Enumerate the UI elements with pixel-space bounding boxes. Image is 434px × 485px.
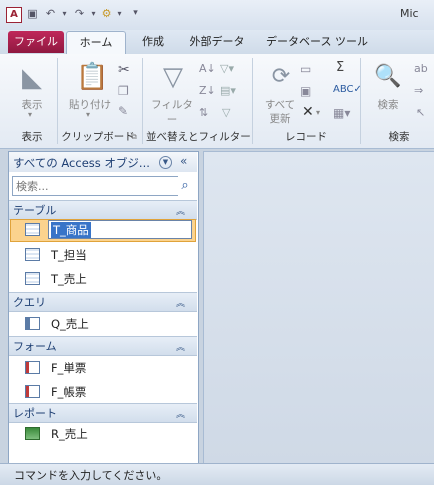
table-icon [25, 272, 40, 285]
nav-pane-collapse-icon[interactable]: « [180, 154, 187, 168]
collapse-chevron-icon[interactable]: ︽ [176, 407, 185, 420]
group-label-sort-filter: 並べ替えとフィルター [146, 131, 251, 143]
new-record-icon[interactable]: ▭ [300, 62, 311, 76]
list-item[interactable]: Q_売上 [51, 316, 89, 332]
group-label-view: 表示 [21, 131, 43, 143]
list-item[interactable]: F_帳票 [51, 384, 86, 400]
find-button[interactable]: 検索 [368, 97, 408, 112]
customize-icon[interactable]: ⚙ [100, 7, 113, 20]
clear-sort-icon[interactable]: ⇅ [199, 106, 208, 119]
undo-icon[interactable]: ↶ [44, 7, 57, 20]
toggle-filter-icon[interactable]: ▽ [222, 106, 230, 119]
window-title: Mic [400, 7, 419, 20]
cut-icon[interactable]: ✂ [118, 62, 130, 78]
rename-field-text[interactable]: T_商品 [51, 222, 91, 238]
document-workspace [203, 151, 434, 464]
select-icon[interactable]: ↖ [416, 106, 425, 119]
view-dropdown-icon[interactable]: ▾ [28, 110, 32, 119]
list-item[interactable]: T_担当 [51, 247, 87, 263]
group-label-find: 検索 [388, 131, 410, 143]
paste-icon[interactable]: 📋 [76, 60, 108, 94]
advanced-filter-icon[interactable]: ▤▾ [220, 84, 236, 97]
category-label-forms: フォーム [13, 340, 57, 353]
tab-home[interactable]: ホーム [66, 31, 126, 56]
view-icon[interactable]: ◣ [15, 62, 49, 94]
table-icon [25, 223, 40, 236]
nav-pane-menu-icon[interactable]: ▼ [159, 156, 172, 169]
replace-icon[interactable]: ab [414, 62, 428, 75]
redo-icon[interactable]: ↷ [73, 7, 86, 20]
quick-access-menu-icon[interactable]: ▾ [129, 7, 142, 20]
status-text: コマンドを入力してください。 [14, 469, 168, 482]
collapse-chevron-icon[interactable]: ︽ [176, 340, 185, 353]
undo-dropdown-icon[interactable]: ▾ [58, 7, 71, 20]
redo-dropdown-icon[interactable]: ▾ [87, 7, 100, 20]
collapse-chevron-icon[interactable]: ︽ [176, 204, 185, 217]
form-icon [25, 361, 40, 374]
list-item[interactable]: T_売上 [51, 271, 87, 287]
clipboard-launcher-icon[interactable]: ⧉ [131, 132, 137, 142]
goto-icon[interactable]: ⇒ [414, 84, 423, 97]
filter-icon[interactable]: ▽ [158, 60, 188, 94]
category-label-queries: クエリ [13, 296, 46, 309]
access-app-icon[interactable]: A [6, 7, 22, 23]
nav-search-input[interactable] [13, 177, 179, 195]
list-item[interactable]: F_単票 [51, 360, 86, 376]
table-icon [25, 248, 40, 261]
delete-record-icon[interactable]: ✕ [302, 104, 314, 120]
group-label-clipboard: クリップボード [61, 131, 135, 143]
category-label-reports: レポート [13, 407, 57, 420]
group-label-records: レコード [285, 131, 327, 143]
ribbon-separator [57, 58, 58, 144]
list-item[interactable]: R_売上 [51, 426, 88, 442]
tab-file[interactable]: ファイル [8, 31, 64, 53]
ribbon-separator [142, 58, 143, 144]
selection-filter-icon[interactable]: ▽▾ [220, 62, 234, 75]
category-label-tables: テーブル [13, 204, 57, 217]
report-icon [25, 427, 40, 440]
copy-icon[interactable]: ❐ [118, 84, 129, 98]
tab-database-tools[interactable]: データベース ツール [266, 31, 368, 53]
save-record-icon[interactable]: ▣ [300, 84, 311, 98]
nav-search-box [12, 176, 179, 196]
tab-external-data[interactable]: 外部データ [184, 31, 250, 53]
totals-icon[interactable]: Σ [336, 60, 344, 75]
filter-button[interactable]: フィルター [148, 97, 196, 127]
save-icon[interactable]: ▣ [26, 7, 39, 20]
refresh-all-label-2: 更新 [269, 113, 291, 125]
refresh-all-button[interactable]: すべて [260, 97, 300, 112]
query-icon [25, 317, 40, 330]
sort-descending-icon[interactable]: Z↓ [199, 84, 216, 97]
ribbon-separator [252, 58, 253, 144]
nav-pane-title[interactable]: すべての Access オブジ... [13, 155, 150, 171]
customize-dropdown-icon[interactable]: ▾ [113, 7, 126, 20]
search-icon[interactable]: ⌕ [176, 176, 194, 196]
more-records-icon[interactable]: ▦▾ [333, 106, 350, 120]
tab-create[interactable]: 作成 [136, 31, 170, 53]
find-icon[interactable]: 🔍 [374, 62, 401, 92]
delete-dropdown-icon[interactable]: ▾ [316, 108, 320, 117]
refresh-all-icon[interactable]: ⟳ [268, 62, 294, 92]
ribbon-separator [360, 58, 361, 144]
sort-ascending-icon[interactable]: A↓ [199, 62, 216, 75]
form-icon [25, 385, 40, 398]
paste-dropdown-icon[interactable]: ▾ [86, 110, 90, 119]
format-painter-icon[interactable]: ✎ [118, 104, 128, 118]
spelling-icon[interactable]: ABC✓ [333, 84, 362, 95]
collapse-chevron-icon[interactable]: ︽ [176, 296, 185, 309]
